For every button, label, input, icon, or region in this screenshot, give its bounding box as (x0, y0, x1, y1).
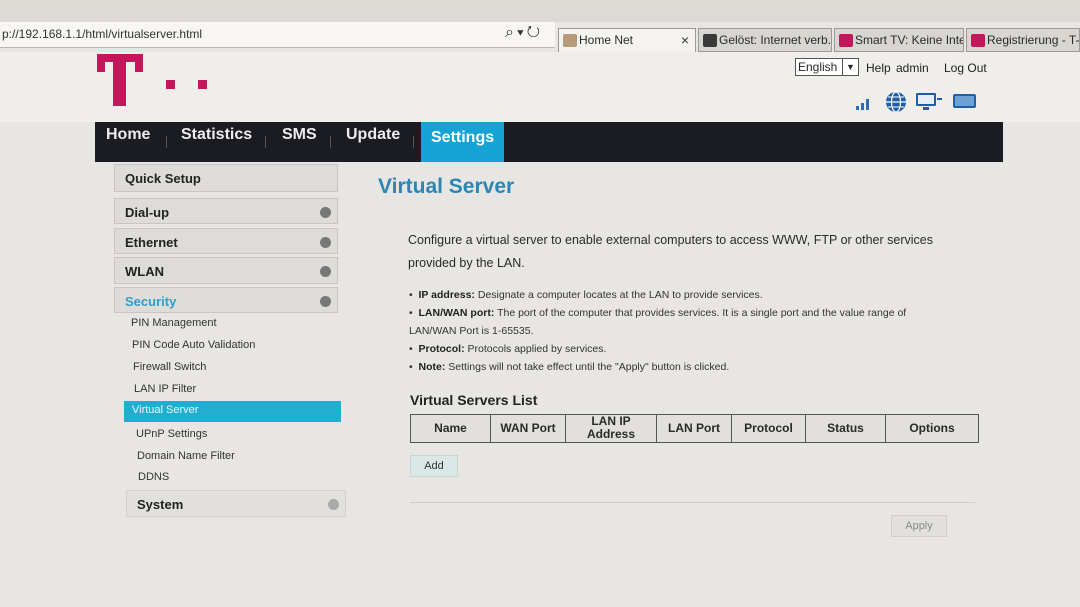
column-header-wan-port: WAN Port (491, 415, 566, 442)
nav-update[interactable]: Update (346, 122, 400, 162)
sidebar-wlan[interactable]: WLAN (114, 257, 338, 284)
close-tab-icon[interactable]: × (681, 32, 689, 48)
expand-icon[interactable] (320, 207, 331, 218)
nav-sms[interactable]: SMS (282, 122, 317, 162)
collapse-icon[interactable] (320, 296, 331, 307)
telekom-logo (97, 54, 143, 108)
bullet-lan-wan-port: • LAN/WAN port: The port of the computer… (409, 307, 907, 319)
column-header-protocol: Protocol (732, 415, 806, 442)
tab-label: Smart TV: Keine Inte... (855, 33, 964, 47)
telekom-favicon-icon (971, 34, 985, 47)
virtual-servers-table: Name WAN Port LAN IP Address LAN Port Pr… (410, 414, 979, 443)
tab-label: Gelöst: Internet verb... (719, 33, 832, 47)
tab-label: Registrierung - T-M (987, 33, 1080, 47)
username-label: admin (896, 61, 929, 75)
tab-registrierung[interactable]: Registrierung - T-M (966, 28, 1080, 52)
page-header: English ▼ Help admin Log Out (0, 52, 1080, 122)
sidebar-item-label: Dial-up (125, 205, 170, 220)
home-net-favicon-icon (563, 34, 577, 47)
column-header-options: Options (909, 421, 955, 435)
sidebar-system[interactable]: System (126, 490, 346, 517)
expand-icon[interactable] (320, 237, 331, 248)
bullet-term: Note: (418, 361, 446, 373)
main-nav: Home Statistics SMS Update Settings (95, 122, 1003, 162)
sidebar-item-pin-code-auto-validation[interactable]: PIN Code Auto Validation (132, 339, 255, 351)
bullet-term: LAN/WAN port: (418, 307, 495, 319)
url-text[interactable]: p://192.168.1.1/html/virtualserver.html (2, 27, 202, 41)
sidebar-security[interactable]: Security (114, 287, 338, 313)
logo-dot-icon (166, 80, 175, 89)
bullet-text: Settings will not take effect until the … (448, 361, 730, 373)
sidebar-ethernet[interactable]: Ethernet (114, 228, 338, 254)
signal-icon (855, 96, 873, 115)
divider (410, 502, 975, 503)
nav-settings[interactable]: Settings (421, 122, 505, 162)
community-favicon-icon (703, 34, 717, 47)
address-bar[interactable]: p://192.168.1.1/html/virtualserver.html … (0, 22, 555, 48)
sidebar-item-firewall-switch[interactable]: Firewall Switch (133, 361, 206, 373)
bullet-term: IP address: (418, 289, 475, 301)
sidebar-item-label: Security (125, 294, 177, 309)
globe-icon (884, 90, 908, 119)
column-header-status: Status (806, 415, 886, 442)
language-select[interactable]: English ▼ (795, 58, 859, 76)
bullet-port-range: LAN/WAN Port is 1-65535. (409, 325, 534, 337)
column-header-lan-ip-address: LAN IP Address (566, 415, 657, 442)
logo-dot-icon (198, 80, 207, 89)
bullet-text: Designate a computer locates at the LAN … (477, 289, 763, 301)
bullet-text: The port of the computer that provides s… (497, 307, 907, 319)
telekom-favicon-icon (839, 34, 853, 47)
sidebar-item-label: Quick Setup (125, 171, 201, 186)
logout-link[interactable]: Log Out (944, 61, 987, 75)
bullet-note: • Note: Settings will not take effect un… (409, 361, 730, 373)
intro-line: Configure a virtual server to enable ext… (408, 233, 933, 247)
language-value: English (798, 60, 838, 74)
nav-statistics[interactable]: Statistics (181, 122, 252, 162)
sidebar-item-pin-management[interactable]: PIN Management (131, 317, 217, 329)
nav-home[interactable]: Home (106, 122, 150, 162)
bullet-text: Protocols applied by services. (467, 343, 607, 355)
help-link[interactable]: Help (866, 61, 891, 75)
tab-label: Home Net (579, 33, 634, 47)
intro-line: provided by the LAN. (408, 256, 525, 270)
search-refresh-icon[interactable]: ⌕▾↻ (505, 24, 543, 42)
sidebar-item-upnp-settings[interactable]: UPnP Settings (136, 428, 207, 440)
tab-geloest[interactable]: Gelöst: Internet verb... (698, 28, 832, 52)
page-title: Virtual Server (378, 175, 515, 198)
sidebar-item-label: Virtual Server (132, 404, 199, 416)
sidebar-item-lan-ip-filter[interactable]: LAN IP Filter (134, 383, 196, 395)
browser-top-strip (0, 0, 1080, 22)
sidebar-item-label: Ethernet (125, 235, 178, 250)
bullet-text: LAN/WAN Port is 1-65535. (409, 325, 534, 337)
sidebar-item-label: System (137, 497, 184, 512)
column-header-lan-port: LAN Port (657, 415, 732, 442)
chevron-down-icon[interactable]: ▼ (842, 59, 858, 75)
battery-icon (952, 93, 978, 114)
sidebar-item-virtual-server[interactable]: Virtual Server (124, 401, 341, 422)
bullet-ip-address: • IP address: Designate a computer locat… (409, 289, 763, 301)
bullet-protocol: • Protocol: Protocols applied by service… (409, 343, 607, 355)
sidebar-item-label: WLAN (125, 264, 164, 279)
computer-icon (915, 92, 943, 117)
sidebar-item-ddns[interactable]: DDNS (138, 471, 169, 483)
sidebar-quick-setup[interactable]: Quick Setup (114, 164, 338, 192)
tab-home-net[interactable]: Home Net × (558, 28, 696, 52)
intro-text: Configure a virtual server to enable ext… (408, 229, 968, 275)
virtual-servers-list-title: Virtual Servers List (410, 392, 538, 408)
expand-icon[interactable] (320, 266, 331, 277)
expand-icon[interactable] (328, 499, 339, 510)
add-button[interactable]: Add (410, 455, 458, 477)
sidebar-dialup[interactable]: Dial-up (114, 198, 338, 224)
apply-button[interactable]: Apply (891, 515, 947, 537)
bullet-term: Protocol: (418, 343, 465, 355)
sidebar-item-domain-name-filter[interactable]: Domain Name Filter (137, 450, 235, 462)
column-header-name: Name (411, 415, 491, 442)
tab-smart-tv[interactable]: Smart TV: Keine Inte... (834, 28, 964, 52)
